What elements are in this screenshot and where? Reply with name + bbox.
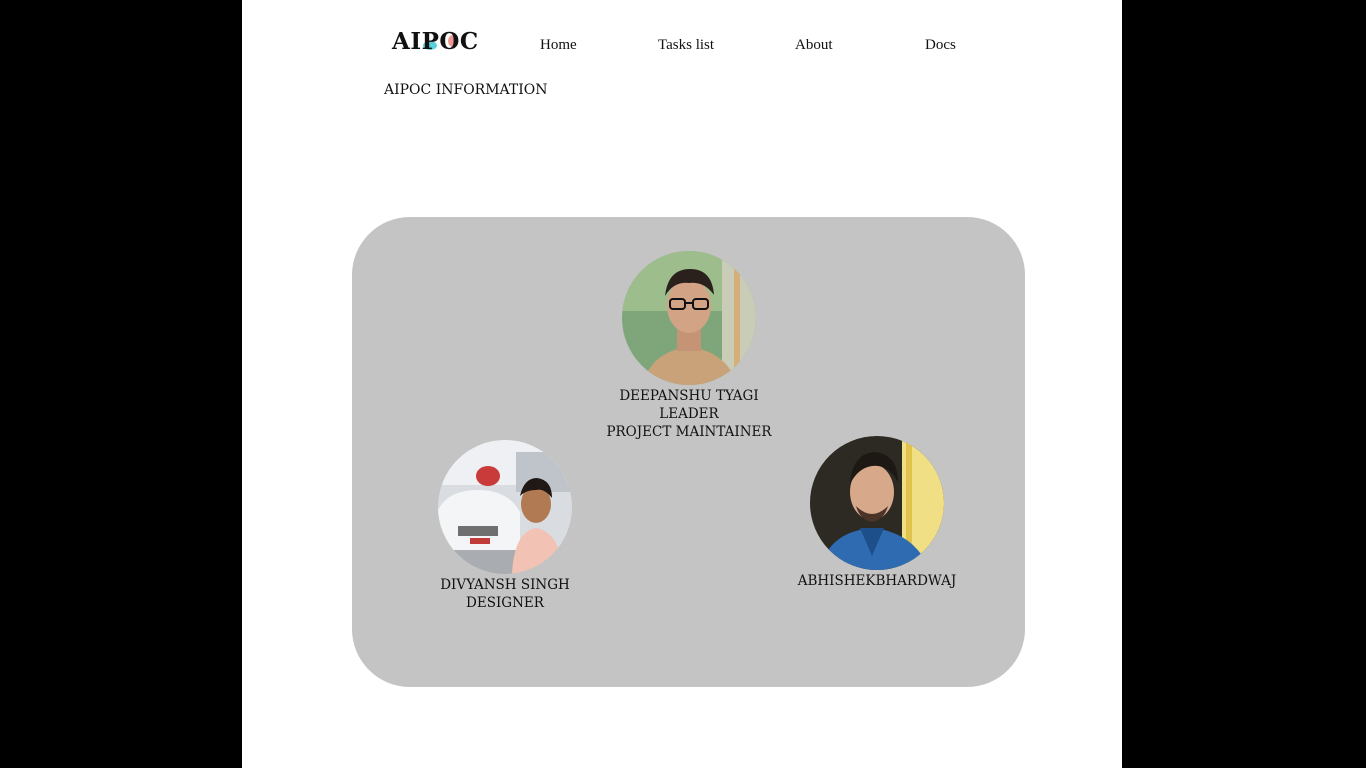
- member-photo-third: [810, 436, 944, 570]
- member-name: ABHISHEKBHARDWAJ: [797, 573, 957, 589]
- member-card-third: ABHISHEKBHARDWAJ: [787, 436, 967, 590]
- nav-about[interactable]: About: [795, 37, 833, 54]
- nav-home[interactable]: Home: [540, 37, 577, 54]
- nav-docs[interactable]: Docs: [925, 37, 956, 54]
- team-card: DEEPANSHU TYAGI LEADER PROJECT MAINTAINE…: [352, 217, 1025, 687]
- member-role: LEADER: [659, 406, 719, 422]
- member-card-designer: DIVYANSH SINGH DESIGNER: [415, 440, 595, 612]
- member-role: DESIGNER: [466, 595, 544, 611]
- nav-tasks-list[interactable]: Tasks list: [658, 37, 714, 54]
- brand-logo[interactable]: AIPOC: [392, 28, 479, 55]
- member-photo-leader: [622, 251, 756, 385]
- member-name: DEEPANSHU TYAGI: [619, 388, 759, 404]
- member-photo-designer: [438, 440, 572, 574]
- avatar: [438, 440, 572, 574]
- avatar: [810, 436, 944, 570]
- brand-name: AIPOC: [392, 28, 479, 55]
- page-container: AIPOC Home Tasks list About Docs AIPOC I…: [242, 0, 1122, 768]
- section-title: AIPOC INFORMATION: [384, 82, 548, 98]
- avatar: [622, 251, 756, 385]
- member-extra-role: PROJECT MAINTAINER: [606, 424, 772, 440]
- member-name: DIVYANSH SINGH: [440, 577, 570, 593]
- member-card-leader: DEEPANSHU TYAGI LEADER PROJECT MAINTAINE…: [594, 251, 784, 441]
